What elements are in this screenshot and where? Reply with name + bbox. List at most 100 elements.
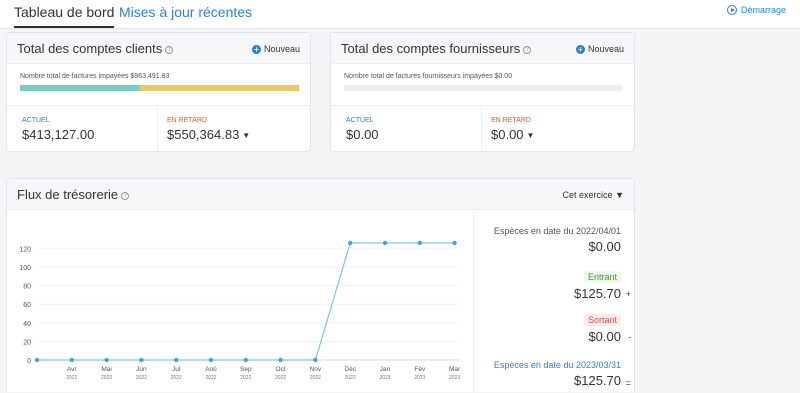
period-select-label: Cet exercice xyxy=(562,190,613,200)
data-point xyxy=(348,240,353,246)
data-point xyxy=(208,357,214,363)
help-icon[interactable]: ? xyxy=(523,45,532,54)
cashflow-card: Flux de trésorerie? Cet exercice ▼ 0 20 40… xyxy=(6,178,635,392)
data-point xyxy=(104,357,109,363)
closing-balance: Espèces en date du 2023/03/31 $125.70 = xyxy=(493,360,631,388)
customers-title-text: Total des comptes clients xyxy=(17,41,163,56)
customers-late-value: $550,364.83 xyxy=(167,127,240,142)
x-tick-label: Jan xyxy=(380,366,391,373)
tab-recent-updates[interactable]: Mises à jour récentes xyxy=(119,4,252,20)
x-tick-label: Oct xyxy=(276,366,286,373)
minus-sign: - xyxy=(628,332,631,342)
customers-card-header: Total des comptes clients? + Nouveau xyxy=(7,33,310,64)
customers-card-title: Total des comptes clients? xyxy=(17,41,174,56)
data-point xyxy=(243,357,248,363)
plus-icon: + xyxy=(575,44,585,54)
customers-late-label: EN RETARD xyxy=(167,117,207,124)
help-icon[interactable]: ? xyxy=(121,191,130,200)
cash-in-amount[interactable]: $125.70 xyxy=(574,286,621,301)
customers-current-bar[interactable] xyxy=(20,85,140,91)
opening-label: Espèces en date du 2022/04/01 xyxy=(493,226,621,236)
start-label: Démarrage xyxy=(740,5,786,15)
cashflow-line xyxy=(37,242,455,361)
customers-current-amount[interactable]: $413,127.00 xyxy=(22,127,94,142)
data-point xyxy=(69,357,74,363)
period-select[interactable]: Cet exercice ▼ xyxy=(563,190,624,200)
data-point xyxy=(278,357,283,363)
cash-in-label-wrap: Entrant xyxy=(574,271,621,283)
x-tick-year: 2023 xyxy=(449,375,460,381)
x-tick-year: 2023 xyxy=(414,375,425,381)
cashflow-chart: 0 20 40 60 80 100 120 Avr 2022 Mai 2022 Jun 2022 Jul 2… xyxy=(19,240,461,381)
data-point xyxy=(417,240,422,246)
data-point xyxy=(139,357,144,363)
x-tick-label: Jun xyxy=(136,366,147,373)
customers-balance-bar[interactable] xyxy=(20,85,299,91)
closing-amount: $125.70 xyxy=(574,373,621,388)
x-tick-year: 2022 xyxy=(345,375,356,381)
suppliers-current-amount[interactable]: $0.00 xyxy=(346,127,379,142)
cashflow-title-text: Flux de trésorerie xyxy=(17,187,119,202)
x-tick-year: 2022 xyxy=(240,375,251,381)
x-tick-year: 2022 xyxy=(101,375,112,381)
cash-out-amount[interactable]: $0.00 xyxy=(584,329,621,344)
x-tick-year: 2022 xyxy=(66,375,77,381)
data-point xyxy=(452,240,457,246)
data-point xyxy=(174,357,179,363)
caret-down-icon[interactable]: ▼ xyxy=(527,131,535,140)
customers-late-bar[interactable] xyxy=(140,85,299,91)
x-tick-label: Déc xyxy=(344,366,356,373)
customers-new-label: Nouveau xyxy=(263,44,300,54)
customers-unpaid-text: Nombre total de factures impayées $963,4… xyxy=(20,73,170,80)
suppliers-late-amount[interactable]: $0.00 ▼ xyxy=(491,127,534,142)
cash-out-label: Sortant xyxy=(583,314,621,326)
cash-out: Sortant $0.00 - xyxy=(583,314,631,344)
customers-current-label: ACTUEL xyxy=(22,117,50,124)
cash-out-label-wrap: Sortant xyxy=(583,314,621,326)
customers-late-amount[interactable]: $550,364.83 ▼ xyxy=(167,127,250,142)
y-tick-label: 60 xyxy=(23,302,31,309)
x-tick-year: 2022 xyxy=(310,375,321,381)
divider xyxy=(157,106,158,151)
customers-card: Total des comptes clients? + Nouveau Nomb… xyxy=(6,32,311,152)
x-tick-label: Nov xyxy=(310,366,322,373)
suppliers-balance-bar[interactable] xyxy=(344,85,623,91)
data-point xyxy=(382,240,388,246)
start-button[interactable]: Démarrage xyxy=(726,5,786,15)
caret-down-icon: ▼ xyxy=(615,190,624,200)
x-tick-year: 2022 xyxy=(205,375,216,381)
x-tick-label: Jul xyxy=(172,366,181,373)
suppliers-card-header: Total des comptes fournisseurs? + Nouveau xyxy=(331,33,634,64)
suppliers-new-button[interactable]: + Nouveau xyxy=(575,44,624,54)
plus-icon: + xyxy=(251,44,261,54)
x-tick-label: Fév xyxy=(414,366,426,373)
cash-in: Entrant $125.70 + xyxy=(574,271,631,301)
divider xyxy=(7,105,310,106)
closing-label: Espèces en date du 2023/03/31 xyxy=(493,360,621,370)
y-tick-label: 40 xyxy=(23,321,31,328)
x-tick-year: 2023 xyxy=(379,375,390,381)
y-tick-label: 120 xyxy=(19,246,31,253)
top-bar: Tableau de bord Mises à jour récentes Dé… xyxy=(0,0,800,29)
customers-new-button[interactable]: + Nouveau xyxy=(251,44,300,54)
x-tick-label: Sep xyxy=(240,366,252,373)
divider xyxy=(331,105,634,106)
suppliers-current-label: ACTUEL xyxy=(346,117,374,124)
cashflow-card-title: Flux de trésorerie? xyxy=(17,187,130,202)
play-icon xyxy=(726,5,737,15)
cashflow-summary: Espèces en date du 2022/04/01 $0.00 Entr… xyxy=(473,211,635,392)
caret-down-icon[interactable]: ▼ xyxy=(242,131,250,140)
x-tick-year: 2022 xyxy=(136,375,147,381)
x-tick-label: Avr xyxy=(67,366,77,373)
x-tick-year: 2022 xyxy=(275,375,286,381)
x-tick-label: Mai xyxy=(101,366,111,373)
suppliers-new-label: Nouveau xyxy=(587,44,624,54)
cash-in-label: Entrant xyxy=(583,271,621,283)
data-point xyxy=(313,357,318,363)
help-icon[interactable]: ? xyxy=(165,45,174,54)
y-tick-label: 0 xyxy=(27,358,31,365)
suppliers-card: Total des comptes fournisseurs? + Nouveau… xyxy=(330,32,635,152)
tab-dashboard[interactable]: Tableau de bord xyxy=(14,4,115,28)
x-tick-label: Mar xyxy=(449,366,461,373)
y-tick-label: 80 xyxy=(23,284,31,291)
